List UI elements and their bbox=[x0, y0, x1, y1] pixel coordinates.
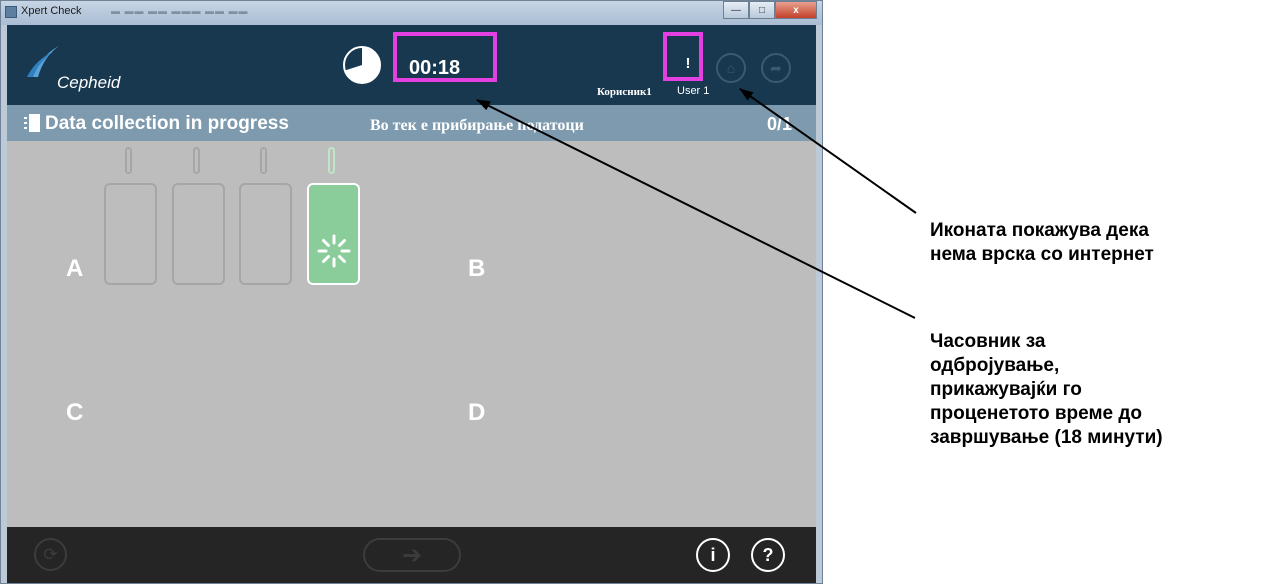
network-arrow bbox=[739, 88, 917, 214]
network-callout: Иконата покажува дека нема врска со инте… bbox=[930, 219, 1154, 267]
timer-callout-line: завршување (18 минути) bbox=[930, 427, 1163, 448]
network-callout-line: Иконата покажува дека bbox=[930, 220, 1149, 241]
network-callout-line: нема врска со интернет bbox=[930, 244, 1154, 265]
timer-callout-line: одбројување, bbox=[930, 355, 1060, 376]
timer-callout: Часовник за одбројување, прикажувајќи го… bbox=[930, 330, 1163, 450]
timer-callout-line: прикажувајќи го bbox=[930, 379, 1082, 400]
annotation-arrows bbox=[476, 88, 917, 319]
timer-callout-line: проценетото време до bbox=[930, 403, 1143, 424]
timer-callout-line: Часовник за bbox=[930, 331, 1046, 352]
timer-arrow bbox=[476, 99, 916, 319]
